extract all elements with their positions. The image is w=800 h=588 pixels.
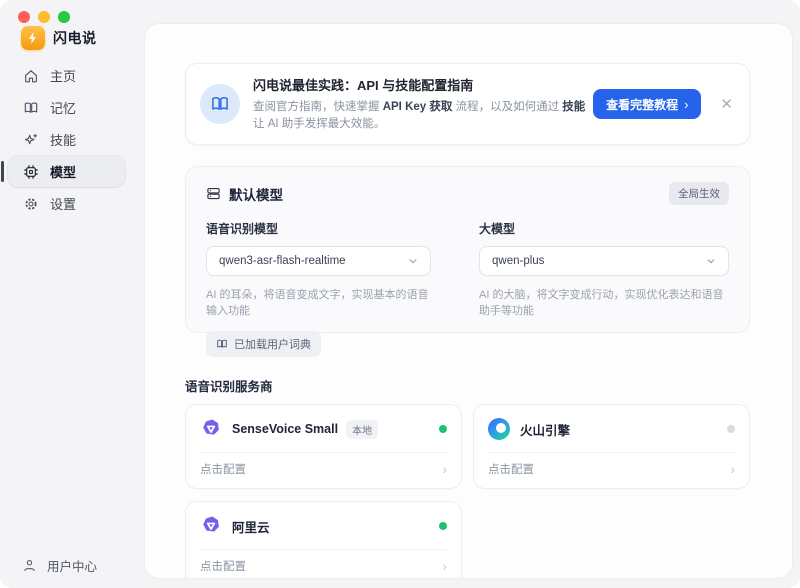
local-badge: 本地 [346,420,378,439]
llm-model-label: 大模型 [479,220,729,237]
default-models-card: 默认模型 全局生效 语音识别模型 qwen3-asr-flash-realtim… [185,166,750,333]
main-panel: 闪电说最佳实践：API 与技能配置指南 查阅官方指南，快速掌握 API Key … [145,24,792,578]
sidebar-item-label: 主页 [50,66,76,85]
sidebar-item-memory[interactable]: 记忆 [8,92,125,123]
provider-configure-row[interactable]: 点击配置 › [474,453,749,488]
desc-part: 查阅官方指南，快速掌握 [253,101,383,113]
provider-card-volcano[interactable]: 火山引擎 点击配置 › [473,404,750,489]
provider-configure-row[interactable]: 点击配置 › [186,453,461,488]
app-window: 闪电说 主页 记忆 技能 模型 设置 用户中心 [0,0,800,588]
desc-bold: API Key 获取 [383,101,453,113]
alicloud-logo [200,515,222,537]
active-nav-indicator [1,161,4,182]
sidebar-item-home[interactable]: 主页 [8,60,125,91]
sidebar-item-label: 记忆 [50,98,76,117]
asr-model-label: 语音识别模型 [206,220,431,237]
home-icon [23,68,39,84]
model-fields: 语音识别模型 qwen3-asr-flash-realtime AI 的耳朵，将… [206,220,729,357]
user-dictionary-label: 已加载用户词典 [234,336,311,352]
provider-name: SenseVoice Small [232,422,338,436]
sidebar-item-label: 设置 [50,194,76,213]
provider-card-sensevoice[interactable]: SenseVoice Small 本地 点击配置 › [185,404,462,489]
banner-title: 闪电说最佳实践：API 与技能配置指南 [253,75,593,94]
asr-model-value: qwen3-asr-flash-realtime [219,255,346,267]
chip-icon [23,164,39,180]
user-dictionary-chip[interactable]: 已加载用户词典 [206,331,321,357]
banner-description: 查阅官方指南，快速掌握 API Key 获取 流程，以及如何通过 技能 让 AI… [253,99,593,134]
user-center-button[interactable]: 用户中心 [22,556,97,575]
sidebar-item-label: 技能 [50,130,76,149]
llm-model-desc: AI 的大脑，将文字变成行动，实现优化表达和语音助手等功能 [479,286,729,318]
providers-section-title: 语音识别服务商 [185,376,792,395]
user-center-label: 用户中心 [47,556,97,575]
provider-name: 阿里云 [232,517,270,536]
provider-card-alicloud[interactable]: 阿里云 点击配置 › [185,501,462,578]
providers-grid: SenseVoice Small 本地 点击配置 › 火山引擎 [185,404,750,578]
provider-configure-row[interactable]: 点击配置 › [186,550,461,578]
llm-model-value: qwen-plus [492,255,544,267]
sensevoice-logo [200,418,222,440]
chevron-down-icon [408,256,418,266]
chevron-right-icon: › [684,97,688,112]
sidebar-nav: 主页 记忆 技能 模型 设置 [8,60,125,220]
sidebar-item-models[interactable]: 模型 [8,156,125,187]
status-dot [439,425,447,433]
maximize-window-button[interactable] [58,11,70,23]
sparkle-icon [23,132,39,148]
close-window-button[interactable] [18,11,30,23]
best-practice-banner: 闪电说最佳实践：API 与技能配置指南 查阅官方指南，快速掌握 API Key … [185,63,750,145]
default-models-header: 默认模型 全局生效 [206,182,729,205]
default-models-title: 默认模型 [229,184,283,204]
banner-text: 闪电说最佳实践：API 与技能配置指南 查阅官方指南，快速掌握 API Key … [253,75,593,134]
configure-label: 点击配置 [200,461,246,477]
guide-book-icon [200,84,240,124]
desc-bold: 技能 [562,101,585,113]
app-name: 闪电说 [53,28,97,48]
chevron-down-icon [706,256,716,266]
server-stack-icon [206,186,221,201]
minimize-window-button[interactable] [38,11,50,23]
app-logo: 闪电说 [21,26,97,50]
desc-part: 流程，以及如何通过 [452,101,562,113]
asr-model-select[interactable]: qwen3-asr-flash-realtime [206,246,431,276]
sidebar-item-label: 模型 [50,162,76,181]
view-tutorial-button[interactable]: 查看完整教程 › [593,89,701,119]
lightning-icon [21,26,45,50]
llm-model-select[interactable]: qwen-plus [479,246,729,276]
window-controls [18,11,70,23]
cta-label: 查看完整教程 [606,96,678,113]
chevron-right-icon: › [442,559,447,573]
volcano-logo [488,418,510,440]
desc-part: 让 AI 助手发挥最大效能。 [253,118,385,130]
person-icon [22,558,37,573]
provider-name: 火山引擎 [520,420,570,439]
provider-header: 阿里云 [186,502,461,537]
chevron-right-icon: › [730,462,735,476]
close-icon[interactable]: ✕ [720,97,733,112]
asr-model-field: 语音识别模型 qwen3-asr-flash-realtime AI 的耳朵，将… [206,220,431,357]
llm-model-field: 大模型 qwen-plus AI 的大脑，将文字变成行动，实现优化表达和语音助手… [479,220,729,357]
book-icon [23,100,39,116]
status-dot [439,522,447,530]
provider-header: 火山引擎 [474,405,749,440]
sidebar-item-skills[interactable]: 技能 [8,124,125,155]
configure-label: 点击配置 [200,558,246,574]
configure-label: 点击配置 [488,461,534,477]
sidebar-item-settings[interactable]: 设置 [8,188,125,219]
dictionary-icon [216,338,228,350]
chevron-right-icon: › [442,462,447,476]
provider-header: SenseVoice Small 本地 [186,405,461,440]
global-effect-badge: 全局生效 [669,182,729,205]
status-dot [727,425,735,433]
asr-model-desc: AI 的耳朵，将语音变成文字，实现基本的语音输入功能 [206,286,431,318]
gear-icon [23,196,39,212]
